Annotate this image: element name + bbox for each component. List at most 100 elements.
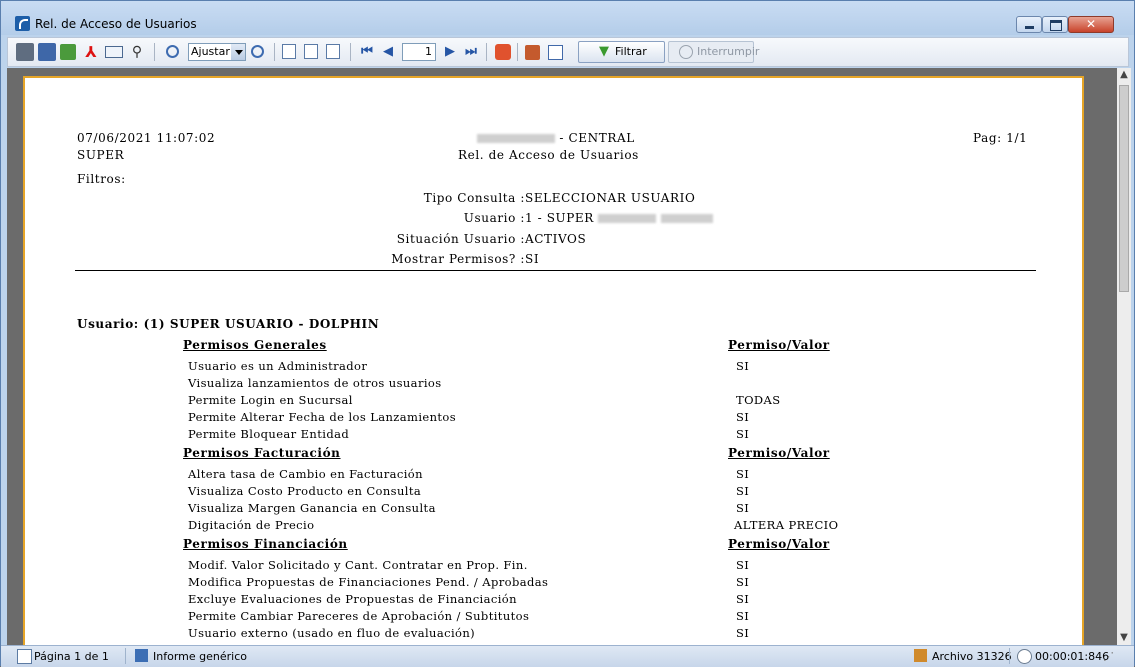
zoom-in-icon[interactable] — [166, 45, 179, 58]
permission-value: SI — [736, 410, 750, 424]
permission-label: Modif. Valor Solicitado y Cant. Contrata… — [188, 558, 528, 572]
permission-label: Visualiza Margen Ganancia en Consulta — [188, 501, 436, 515]
permission-value: SI — [736, 501, 750, 515]
maximize-button[interactable] — [1042, 16, 1068, 33]
chevron-down-icon[interactable] — [231, 44, 245, 60]
section-title-financing: Permisos Financiación — [183, 537, 348, 551]
last-page-icon[interactable]: ⏭ — [462, 43, 480, 61]
permission-value: SI — [736, 484, 750, 498]
filter-value-1: SELECCIONAR USUARIO — [525, 191, 696, 205]
interrupt-button[interactable]: Interrumpir — [668, 41, 759, 63]
permission-label: Visualiza Costo Producto en Consulta — [188, 484, 422, 498]
report-datetime: 07/06/2021 11:07:02 — [77, 131, 216, 145]
app-icon — [15, 16, 30, 31]
minimize-button[interactable] — [1016, 16, 1042, 33]
permission-label: Permite Login en Sucursal — [188, 393, 353, 407]
vertical-scrollbar[interactable]: ▲ ▼ — [1117, 68, 1131, 645]
permission-label: Visualiza lanzamientos de otros usuarios — [188, 376, 442, 390]
filter-button[interactable]: ▼ Filtrar — [578, 41, 665, 63]
next-page-icon[interactable]: ▶ — [441, 43, 459, 61]
permission-label: Excluye Evaluaciones de Propuestas de Fi… — [188, 592, 517, 606]
filter-value-4: SI — [525, 252, 540, 266]
two-pages-icon[interactable] — [304, 44, 318, 59]
permission-label: Permite Bloquear Entidad — [188, 427, 350, 441]
find-icon[interactable]: ⚲ — [128, 43, 146, 61]
filter-label-2: Usuario : — [463, 211, 525, 225]
filter-label-4: Mostrar Permisos? : — [391, 252, 525, 266]
file-status: Archivo 31326 — [932, 650, 1012, 663]
permission-value: SI — [736, 427, 750, 441]
report-user: SUPER — [77, 148, 125, 162]
title-bar[interactable]: Rel. de Acceso de Usuarios — [1, 1, 1134, 35]
resize-grip-icon[interactable]: ⋰ — [1103, 650, 1114, 663]
permission-label: Modifica Propuestas de Financiaciones Pe… — [188, 575, 549, 589]
permission-value: SI — [736, 575, 750, 589]
value-header-general: Permiso/Valor — [728, 338, 830, 352]
permission-value: SI — [736, 609, 750, 623]
report-viewer[interactable]: 07/06/2021 11:07:02 SUPER - CENTRAL Rel.… — [7, 68, 1117, 645]
first-page-icon[interactable]: ⏮ — [358, 43, 376, 61]
scroll-thumb[interactable] — [1119, 85, 1129, 292]
report-page-number: Pag: 1/1 — [973, 131, 1028, 145]
stop-icon[interactable] — [495, 44, 511, 60]
report-type: Informe genérico — [153, 650, 247, 663]
divider — [75, 270, 1036, 271]
check-icon[interactable] — [548, 45, 563, 60]
page-number-input[interactable]: 1 — [402, 43, 436, 61]
print-icon[interactable] — [16, 43, 34, 61]
filter-value-3: ACTIVOS — [525, 232, 587, 246]
section-title-billing: Permisos Facturación — [183, 446, 341, 460]
report-type-icon — [135, 649, 148, 662]
status-bar: Página 1 de 1 Informe genérico Archivo 3… — [1, 645, 1134, 667]
report-title: Rel. de Acceso de Usuarios — [458, 148, 639, 162]
filter-user-value: 1 - SUPER — [525, 211, 594, 225]
report-page: 07/06/2021 11:07:02 SUPER - CENTRAL Rel.… — [23, 76, 1084, 645]
redacted-user — [598, 214, 657, 223]
permission-label: Altera tasa de Cambio en Facturación — [188, 467, 423, 481]
interrupt-label: Interrumpir — [697, 45, 760, 58]
toolbar: ⅄ ⚲ Ajustar a ⏮ ◀ 1 ▶ ⏭ ▼ Filtrar Interr… — [7, 37, 1129, 67]
zoom-out-icon[interactable] — [251, 45, 264, 58]
permission-value: SI — [736, 467, 750, 481]
thumbnails-icon[interactable] — [326, 44, 340, 59]
elapsed-time: 00:00:01:846 — [1035, 650, 1110, 663]
filter-label-3: Situación Usuario : — [396, 232, 525, 246]
report-window: Rel. de Acceso de Usuarios ⅄ ⚲ Ajustar a… — [0, 0, 1135, 667]
permission-value: SI — [736, 592, 750, 606]
value-header-billing: Permiso/Valor — [728, 446, 830, 460]
permission-label: Usuario es un Administrador — [188, 359, 368, 373]
clock-icon — [1017, 649, 1032, 664]
filter-value-2: 1 - SUPER — [525, 211, 713, 225]
filter-label-1: Tipo Consulta : — [423, 191, 525, 205]
permission-value: SI — [736, 558, 750, 572]
scroll-up-icon[interactable]: ▲ — [1117, 68, 1131, 82]
mail-icon[interactable] — [105, 46, 123, 58]
permission-label: Digitación de Precio — [188, 518, 315, 532]
save-icon[interactable] — [38, 43, 56, 61]
scroll-down-icon[interactable]: ▼ — [1117, 631, 1131, 645]
user-heading: Usuario: (1) SUPER USUARIO - DOLPHIN — [77, 317, 380, 331]
report-company: - CENTRAL — [477, 131, 635, 145]
export-icon[interactable] — [60, 44, 76, 60]
filters-label: Filtros: — [77, 172, 126, 186]
permission-value: TODAS — [736, 393, 781, 407]
copy-icon[interactable] — [525, 45, 540, 60]
zoom-select[interactable]: Ajustar a — [188, 43, 246, 61]
permission-label: Permite Cambiar Pareceres de Aprobación … — [188, 609, 530, 623]
page-status-icon — [17, 649, 32, 664]
close-button[interactable] — [1068, 16, 1114, 33]
window-title: Rel. de Acceso de Usuarios — [35, 17, 197, 31]
permission-label: Permite Alterar Fecha de los Lanzamiento… — [188, 410, 457, 424]
page-status: Página 1 de 1 — [34, 650, 109, 663]
value-header-financing: Permiso/Valor — [728, 537, 830, 551]
redacted-user-2 — [660, 214, 713, 223]
filter-icon: ▼ — [599, 44, 609, 59]
permission-value: ALTERA PRECIO — [734, 518, 839, 532]
single-page-icon[interactable] — [282, 44, 296, 59]
permission-value: SI — [736, 626, 750, 640]
filter-label: Filtrar — [615, 45, 647, 58]
pdf-icon[interactable]: ⅄ — [82, 43, 100, 61]
file-icon — [914, 649, 927, 662]
prev-page-icon[interactable]: ◀ — [379, 43, 397, 61]
section-title-general: Permisos Generales — [183, 338, 327, 352]
